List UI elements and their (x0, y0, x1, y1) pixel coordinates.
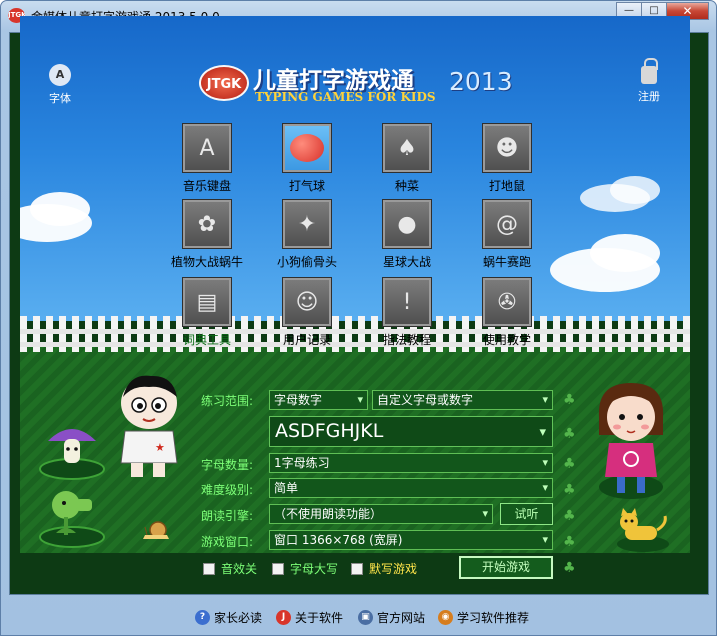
game-label: 用户记录 (282, 333, 331, 347)
difficulty-label: 难度级别: (201, 483, 254, 497)
film-reel-icon: ✇ (482, 277, 532, 327)
balloon-icon (282, 123, 332, 173)
sound-effects-label: 音效关 (221, 562, 258, 576)
game-label: 打气球 (288, 179, 325, 193)
game-label: 星球大战 (382, 255, 431, 269)
lock-icon (641, 58, 658, 84)
game-window-select[interactable]: 窗口 1366×768 (宽屏) (269, 530, 553, 550)
tool-tile-usage-tutorial[interactable]: ✇ 使用教学 (462, 277, 552, 348)
tts-engine-select[interactable]: （不使用朗读功能） (269, 504, 493, 524)
game-label: 音乐键盘 (182, 179, 231, 193)
fence-rail-top (20, 329, 690, 334)
footer-bar: ? 家长必读 J 关于软件 ▣ 官方网站 ◉ 学习软件推荐 (1, 603, 716, 629)
tool-tile-fingering-tutorial[interactable]: ! 指法教程 (362, 277, 452, 348)
svg-text:★: ★ (155, 441, 165, 454)
sound-effects-checkbox[interactable]: 音效关 (203, 560, 257, 577)
game-label: 打地鼠 (488, 179, 525, 193)
leaf-icon (563, 482, 577, 498)
game-label: 词典工具 (182, 333, 231, 347)
register-setting[interactable]: 注册 (638, 58, 660, 104)
logo-subtitle: TYPING GAMES FOR KIDS (255, 90, 436, 104)
app-window: JTGK 金媒体儿童打字游戏通 2013.5.0.0 — □ ✕ A 字体 注册… (0, 0, 717, 636)
practice-range-label: 练习范围: (201, 394, 254, 408)
game-tile-whack-mole[interactable]: ☻ 打地鼠 (462, 123, 552, 194)
letter-preview-select[interactable]: ASDFGHJKL (269, 416, 553, 447)
official-website-link[interactable]: ▣ 官方网站 (358, 609, 425, 626)
recommended-software-link[interactable]: ◉ 学习软件推荐 (438, 609, 529, 626)
letter-count-label: 字母数量: (201, 458, 254, 472)
dog-bone-icon: ✦ (282, 199, 332, 249)
link-label: 学习软件推荐 (457, 611, 530, 625)
checkbox-box[interactable] (272, 562, 284, 575)
parents-guide-link[interactable]: ? 家长必读 (195, 609, 262, 626)
game-tile-music-keyboard[interactable]: A 音乐键盘 (162, 123, 252, 194)
game-label: 植物大战蜗牛 (170, 255, 243, 269)
link-label: 官方网站 (377, 611, 426, 625)
mushroom-character (36, 419, 108, 481)
link-label: 关于软件 (295, 611, 344, 625)
letter-count-select[interactable]: 1字母练习 (269, 453, 553, 473)
website-icon: ▣ (358, 610, 373, 625)
game-label: 蜗牛赛跑 (482, 255, 531, 269)
game-tile-snail-race[interactable]: @ 蜗牛赛跑 (462, 199, 552, 270)
practice-range-select[interactable]: 字母数字 (269, 390, 368, 410)
font-label: 字体 (49, 92, 71, 105)
plant-vs-snail-icon: ✿ (182, 199, 232, 249)
game-tile-dog-bone[interactable]: ✦ 小狗偷骨头 (262, 199, 352, 270)
game-tile-star-wars[interactable]: ● 星球大战 (362, 199, 452, 270)
planet-icon: ● (382, 199, 432, 249)
font-setting[interactable]: A 字体 (49, 64, 71, 106)
leaf-icon (563, 508, 577, 524)
tool-tile-dictionary[interactable]: ▤ 词典工具 (162, 277, 252, 348)
leaf-icon (563, 534, 577, 550)
snail-character (141, 519, 171, 543)
uppercase-label: 字母大写 (290, 562, 339, 576)
peashooter-character (36, 483, 108, 551)
cat-character (615, 508, 671, 552)
question-icon: ? (195, 610, 210, 625)
game-tile-balloon[interactable]: 打气球 (262, 123, 352, 194)
recommend-icon: ◉ (438, 610, 453, 625)
game-label: 指法教程 (382, 333, 431, 347)
game-tile-plant-vs-snail[interactable]: ✿ 植物大战蜗牛 (162, 199, 252, 270)
fingering-tutorial-icon: ! (382, 277, 432, 327)
game-label: 使用教学 (482, 333, 531, 347)
uppercase-checkbox[interactable]: 字母大写 (272, 560, 338, 577)
jtgk-logo-icon: J (276, 610, 291, 625)
checkbox-box[interactable] (351, 562, 363, 575)
user-record-icon: ☺ (282, 277, 332, 327)
mole-icon: ☻ (482, 123, 532, 173)
dictation-checkbox[interactable]: 默写游戏 (351, 560, 417, 577)
game-label: 种菜 (394, 179, 419, 193)
font-icon: A (49, 64, 71, 86)
tts-test-button[interactable]: 试听 (500, 503, 553, 525)
tts-engine-label: 朗读引擎: (201, 509, 254, 523)
checkbox-box[interactable] (203, 562, 215, 575)
logo-year: 2013 (449, 67, 513, 96)
mushroom-icon: ♠ (382, 123, 432, 173)
leaf-icon (563, 456, 577, 472)
dictation-label: 默写游戏 (369, 562, 418, 576)
custom-letters-select[interactable]: 自定义字母或数字 (372, 390, 553, 410)
leaf-icon (563, 392, 577, 408)
game-label: 小狗偷骨头 (276, 255, 337, 269)
game-window-label: 游戏窗口: (201, 535, 254, 549)
music-keyboard-icon: A (182, 123, 232, 173)
link-label: 家长必读 (214, 611, 263, 625)
dictionary-icon: ▤ (182, 277, 232, 327)
difficulty-select[interactable]: 简单 (269, 478, 553, 498)
girl-character (591, 377, 671, 505)
game-tile-grow-vegetables[interactable]: ♠ 种菜 (362, 123, 452, 194)
logo-badge: JTGK (199, 65, 249, 101)
fence-rail-bottom (20, 342, 690, 347)
snail-race-icon: @ (482, 199, 532, 249)
register-label: 注册 (638, 90, 660, 103)
leaf-icon (563, 426, 577, 442)
about-software-link[interactable]: J 关于软件 (276, 609, 343, 626)
start-game-button[interactable]: 开始游戏 (459, 556, 553, 579)
boy-character: ★ (111, 373, 187, 481)
leaf-icon (563, 560, 577, 576)
tool-tile-user-record[interactable]: ☺ 用户记录 (262, 277, 352, 348)
